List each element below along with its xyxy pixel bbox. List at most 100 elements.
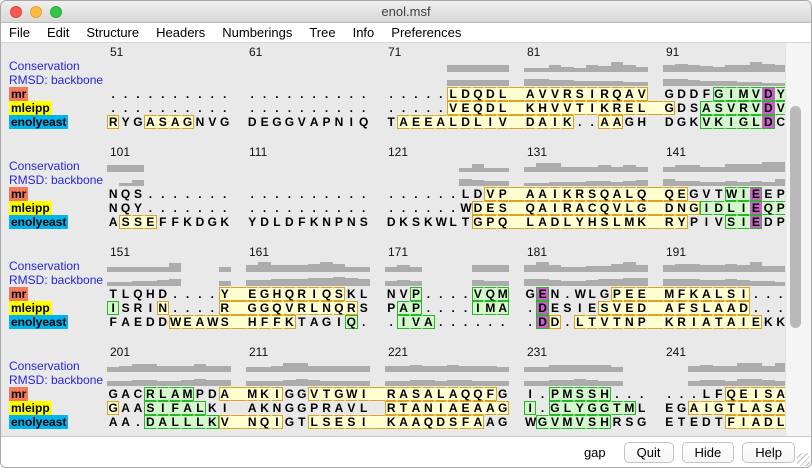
- residue-cell[interactable]: D: [762, 415, 774, 429]
- residue-cell[interactable]: K: [524, 101, 536, 115]
- residue-cell[interactable]: A: [447, 401, 459, 415]
- residue-cell[interactable]: G: [219, 115, 231, 129]
- residue-cell[interactable]: T: [713, 415, 725, 429]
- residue-cell[interactable]: .: [410, 187, 422, 201]
- menu-item-structure[interactable]: Structure: [86, 25, 139, 40]
- residue-cell[interactable]: N: [549, 287, 561, 301]
- residue-cell[interactable]: V: [206, 115, 218, 129]
- menu-item-edit[interactable]: Edit: [47, 25, 69, 40]
- residue-cell[interactable]: I: [737, 187, 749, 201]
- residue-cell[interactable]: S: [574, 87, 586, 101]
- residue-cell[interactable]: Q: [524, 201, 536, 215]
- residue-cell[interactable]: C: [132, 387, 144, 401]
- residue-cell[interactable]: A: [119, 387, 131, 401]
- residue-cell[interactable]: D: [459, 115, 471, 129]
- residue-cell[interactable]: R: [219, 301, 231, 315]
- residue-cell[interactable]: R: [737, 101, 749, 115]
- residue-cell[interactable]: Q: [283, 287, 295, 301]
- residue-cell[interactable]: N: [157, 301, 169, 315]
- residue-cell[interactable]: A: [611, 187, 623, 201]
- residue-cell[interactable]: .: [246, 101, 258, 115]
- residue-cell[interactable]: P: [320, 115, 332, 129]
- residue-cell[interactable]: .: [663, 387, 675, 401]
- residue-cell[interactable]: V: [700, 115, 712, 129]
- residue-cell[interactable]: E: [258, 115, 270, 129]
- residue-cell[interactable]: E: [762, 187, 774, 201]
- residue-cell[interactable]: I: [574, 301, 586, 315]
- residue-cell[interactable]: .: [524, 301, 536, 315]
- residue-cell[interactable]: S: [762, 401, 774, 415]
- residue-cell[interactable]: Q: [472, 387, 484, 401]
- residue-cell[interactable]: E: [181, 315, 193, 329]
- residue-cell[interactable]: .: [524, 315, 536, 329]
- residue-cell[interactable]: .: [497, 315, 509, 329]
- residue-cell[interactable]: S: [410, 215, 422, 229]
- residue-cell[interactable]: M: [246, 387, 258, 401]
- residue-cell[interactable]: R: [144, 387, 156, 401]
- residue-cell[interactable]: .: [271, 87, 283, 101]
- residue-cell[interactable]: P: [611, 287, 623, 301]
- residue-cell[interactable]: G: [472, 215, 484, 229]
- residue-cell[interactable]: .: [181, 187, 193, 201]
- residue-cell[interactable]: L: [435, 387, 447, 401]
- residue-cell[interactable]: .: [447, 301, 459, 315]
- residue-cell[interactable]: .: [750, 301, 762, 315]
- residue-cell[interactable]: .: [271, 201, 283, 215]
- residue-cell[interactable]: D: [435, 415, 447, 429]
- residue-cell[interactable]: A: [119, 415, 131, 429]
- residue-cell[interactable]: .: [447, 187, 459, 201]
- residue-cell[interactable]: F: [484, 387, 496, 401]
- residue-cell[interactable]: S: [219, 315, 231, 329]
- residue-cell[interactable]: F: [157, 215, 169, 229]
- residue-cell[interactable]: Q: [611, 87, 623, 101]
- residue-cell[interactable]: Q: [345, 315, 357, 329]
- residue-cell[interactable]: M: [561, 387, 573, 401]
- residue-cell[interactable]: L: [308, 415, 320, 429]
- residue-cell[interactable]: G: [675, 401, 687, 415]
- residue-cell[interactable]: V: [472, 287, 484, 301]
- residue-cell[interactable]: G: [663, 101, 675, 115]
- residue-cell[interactable]: E: [144, 215, 156, 229]
- residue-cell[interactable]: I: [725, 115, 737, 129]
- residue-cell[interactable]: L: [574, 315, 586, 329]
- residue-cell[interactable]: D: [636, 301, 648, 315]
- residue-cell[interactable]: W: [206, 315, 218, 329]
- residue-cell[interactable]: K: [688, 115, 700, 129]
- residue-cell[interactable]: L: [497, 87, 509, 101]
- residue-cell[interactable]: G: [107, 401, 119, 415]
- residue-cell[interactable]: G: [675, 115, 687, 129]
- residue-cell[interactable]: G: [688, 201, 700, 215]
- residue-cell[interactable]: S: [623, 415, 635, 429]
- resize-grip[interactable]: [797, 453, 810, 466]
- residue-cell[interactable]: .: [308, 201, 320, 215]
- residue-cell[interactable]: I: [737, 315, 749, 329]
- residue-cell[interactable]: .: [283, 187, 295, 201]
- residue-cell[interactable]: I: [700, 401, 712, 415]
- residue-cell[interactable]: D: [258, 215, 270, 229]
- residue-cell[interactable]: G: [713, 87, 725, 101]
- residue-cell[interactable]: L: [447, 215, 459, 229]
- residue-cell[interactable]: R: [296, 287, 308, 301]
- residue-cell[interactable]: P: [410, 301, 422, 315]
- residue-cell[interactable]: N: [623, 315, 635, 329]
- residue-cell[interactable]: .: [358, 315, 370, 329]
- residue-cell[interactable]: .: [219, 87, 231, 101]
- residue-cell[interactable]: .: [422, 101, 434, 115]
- residue-cell[interactable]: .: [194, 187, 206, 201]
- residue-cell[interactable]: .: [296, 87, 308, 101]
- residue-cell[interactable]: L: [459, 187, 471, 201]
- residue-cell[interactable]: G: [663, 87, 675, 101]
- residue-cell[interactable]: .: [169, 287, 181, 301]
- residue-cell[interactable]: N: [194, 115, 206, 129]
- residue-cell[interactable]: .: [246, 187, 258, 201]
- residue-cell[interactable]: Y: [675, 215, 687, 229]
- residue-cell[interactable]: .: [447, 315, 459, 329]
- residue-cell[interactable]: .: [435, 315, 447, 329]
- residue-cell[interactable]: .: [623, 387, 635, 401]
- residue-cell[interactable]: F: [169, 401, 181, 415]
- residue-cell[interactable]: R: [345, 301, 357, 315]
- residue-cell[interactable]: L: [497, 101, 509, 115]
- residue-cell[interactable]: G: [296, 387, 308, 401]
- residue-cell[interactable]: S: [586, 187, 598, 201]
- residue-cell[interactable]: I: [484, 115, 496, 129]
